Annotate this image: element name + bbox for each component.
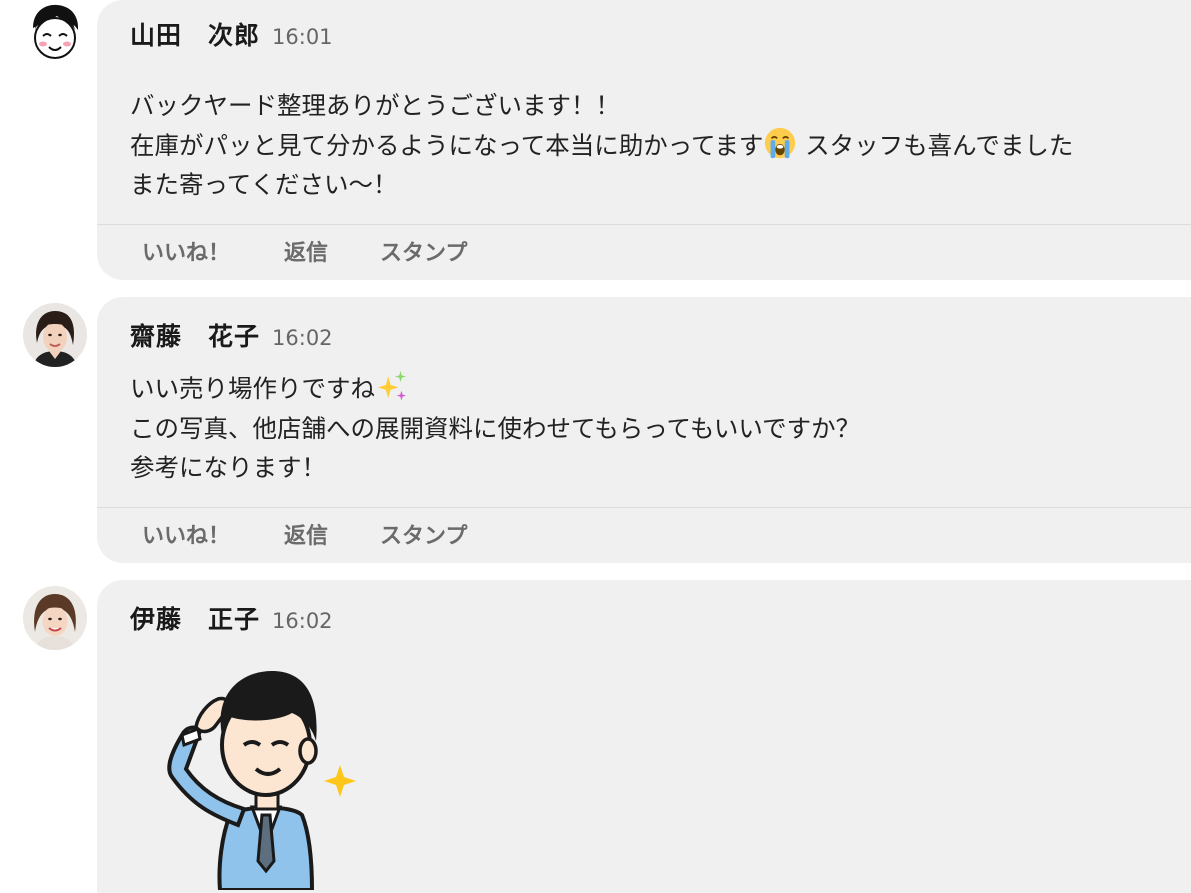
divider [97,224,1191,225]
sticker-image[interactable] [152,665,362,890]
avatar[interactable] [23,303,87,367]
reaction-bar: いいね！ 返信 スタンプ [142,518,467,550]
avatar[interactable] [23,0,87,64]
timestamp: 16:02 [272,609,333,633]
message-line: いい売り場作りですね [130,369,860,409]
woman-photo-avatar-icon [23,303,87,367]
reaction-bar: いいね！ 返信 スタンプ [142,235,467,267]
message-feed: 山田 次郎 16:01 バックヤード整理ありがとうございます！！ 在庫がパッと見… [0,0,1191,893]
woman-photo-avatar-icon [23,586,87,650]
message-line: 在庫がパッと見て分かるようになって本当に助かってます スタッフも喜んでました [130,126,1073,166]
like-button[interactable]: いいね！ [142,518,284,550]
timestamp: 16:02 [272,326,333,350]
author-name[interactable]: 齋藤 花子 [130,317,260,353]
message-bubble: 齋藤 花子 16:02 いい売り場作りですね この写真、他店舗への展開資料に使わ… [97,297,1191,563]
message-header: 伊藤 正子 16:02 [130,600,333,640]
saluting-businessman-sticker [167,671,356,890]
crying-face-icon [765,127,796,158]
sparkles-icon [377,370,407,401]
message-header: 齋藤 花子 16:02 [130,317,333,357]
message-line: バックヤード整理ありがとうございます！！ [130,91,620,120]
reply-button[interactable]: 返信 [284,518,380,550]
message-line: また寄ってください〜！ [130,170,398,199]
author-name[interactable]: 伊藤 正子 [130,600,260,636]
message-text: 在庫がパッと見て分かるようになって本当に助かってます [130,130,764,160]
reply-button[interactable]: 返信 [284,235,380,267]
message-line: 参考になります！ [130,453,326,482]
message-line: この写真、他店舗への展開資料に使わせてもらってもいいですか？ [130,413,861,443]
stamp-button[interactable]: スタンプ [380,518,467,550]
timestamp: 16:01 [272,25,333,49]
like-button[interactable]: いいね！ [142,235,284,267]
message-header: 山田 次郎 16:01 [130,16,333,56]
message-text: スタッフも喜んでました [797,130,1074,160]
stamp-button[interactable]: スタンプ [380,235,467,267]
avatar[interactable] [23,586,87,650]
message-body: いい売り場作りですね この写真、他店舗への展開資料に使わせてもらってもいいですか… [130,369,860,488]
message-body: バックヤード整理ありがとうございます！！ 在庫がパッと見て分かるようになって本当… [130,86,1073,205]
author-name[interactable]: 山田 次郎 [130,16,260,52]
divider [97,507,1191,508]
message-text: いい売り場作りですね [130,374,375,403]
message-bubble: 山田 次郎 16:01 バックヤード整理ありがとうございます！！ 在庫がパッと見… [97,0,1191,280]
message-bubble: 伊藤 正子 16:02 [97,580,1191,893]
cartoon-man-avatar-icon [23,0,87,64]
